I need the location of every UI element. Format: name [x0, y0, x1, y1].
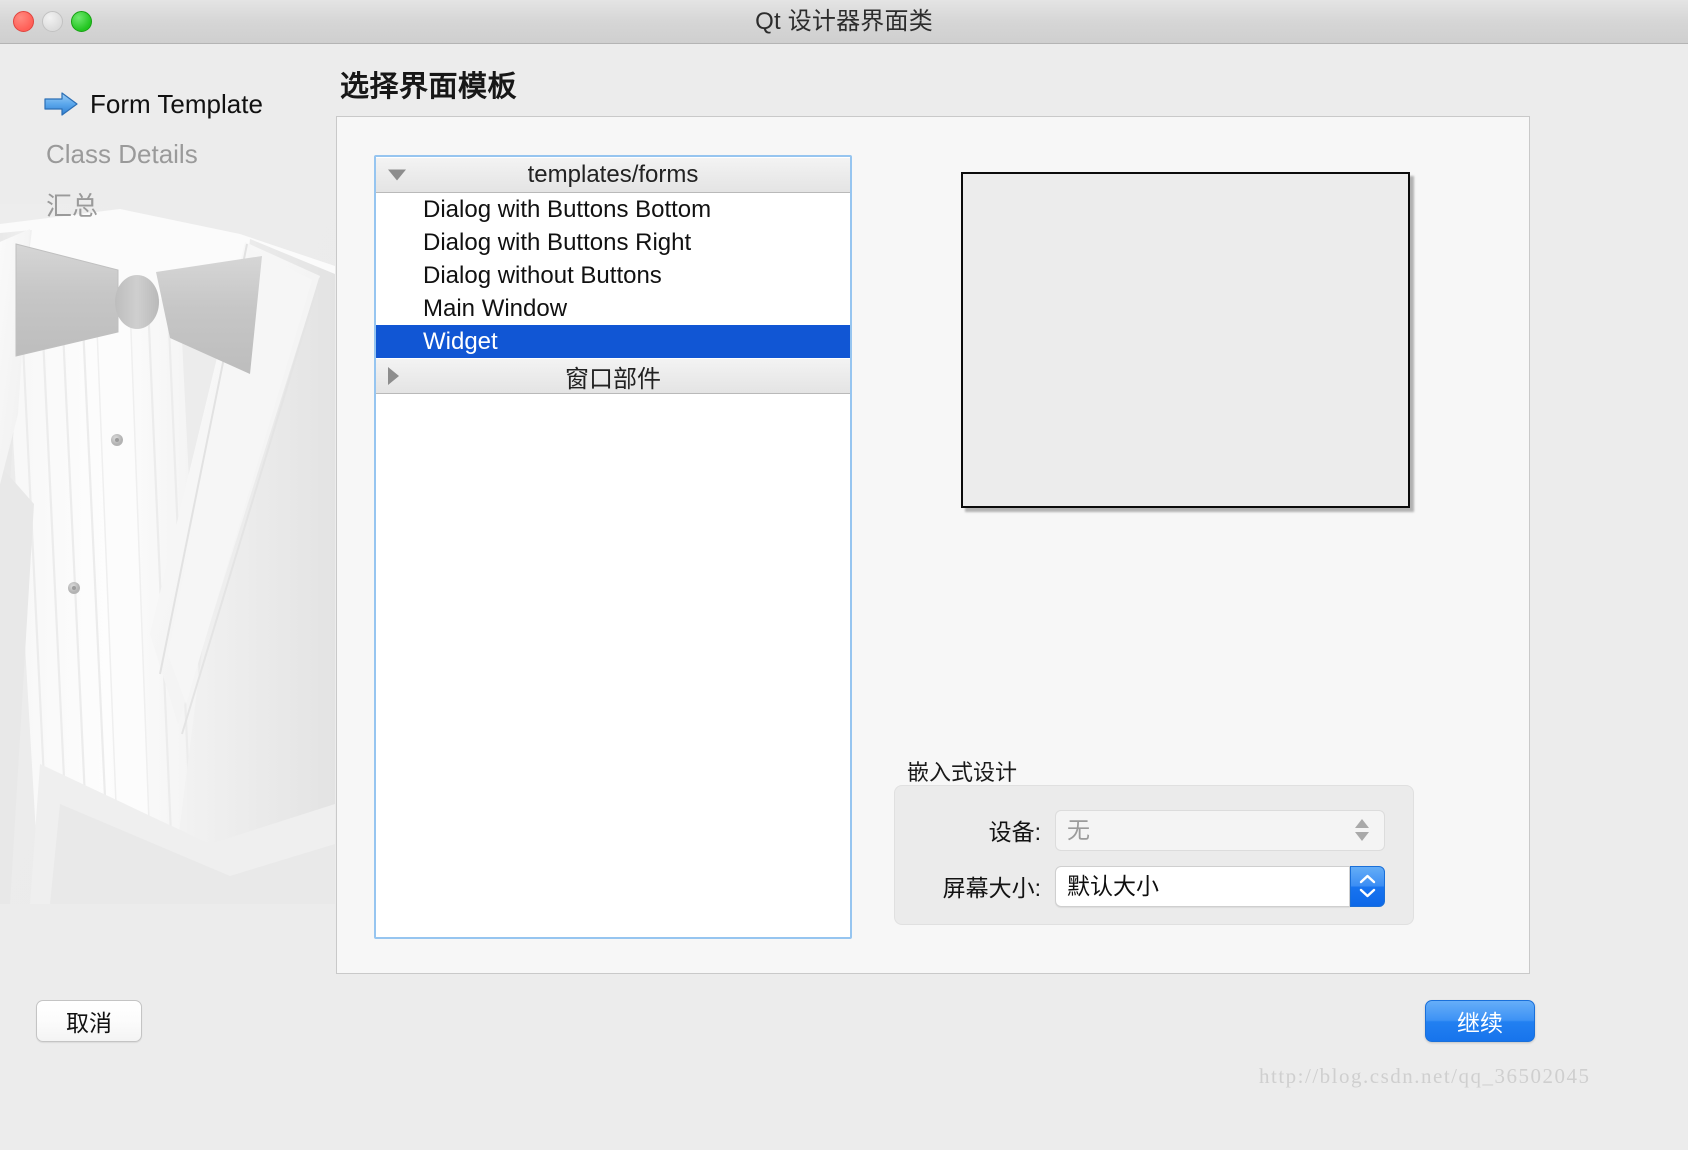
tree-item-label: Widget	[423, 327, 498, 355]
list-item[interactable]: Main Window	[376, 292, 850, 325]
screen-size-combobox-value: 默认大小	[1067, 872, 1159, 899]
sidebar-item-label: 汇总	[46, 190, 99, 221]
tree-item-label: Dialog with Buttons Right	[423, 228, 692, 256]
list-item[interactable]: Dialog without Buttons	[376, 259, 850, 292]
chevron-down-icon[interactable]	[1359, 888, 1376, 898]
embedded-design-group: 设备: 无 屏幕大小: 默认大小	[894, 785, 1414, 925]
preview-area	[961, 172, 1413, 512]
triangle-right-icon[interactable]	[388, 367, 399, 385]
list-item-selected[interactable]: Widget	[376, 325, 850, 358]
watermark-url: http://blog.csdn.net/qq_36502045	[1259, 1064, 1591, 1088]
tree-item-label: Dialog without Buttons	[423, 261, 662, 289]
sidebar-item-label: Class Details	[46, 138, 198, 169]
sidebar-item-label: Form Template	[90, 88, 263, 119]
tree-item-label: Main Window	[423, 294, 568, 322]
template-tree[interactable]: templates/forms Dialog with Buttons Bott…	[374, 155, 852, 939]
tree-item-label: Dialog with Buttons Bottom	[423, 195, 712, 223]
tree-group-header-widgets[interactable]: 窗口部件	[376, 358, 850, 394]
sidebar-item-form-template[interactable]: Form Template	[0, 79, 335, 129]
tree-group-header-templates-forms[interactable]: templates/forms	[376, 157, 850, 193]
list-item[interactable]: Dialog with Buttons Bottom	[376, 193, 850, 226]
step-list: Form Template Class Details 汇总	[0, 79, 335, 229]
tuxedo-watermark-image	[0, 204, 335, 904]
sidebar-item-class-details[interactable]: Class Details	[0, 129, 335, 179]
device-label: 设备:	[988, 819, 1041, 845]
window-titlebar: Qt 设计器界面类	[0, 0, 1688, 44]
device-combobox-face	[1055, 809, 1385, 851]
cancel-button[interactable]: 取消	[36, 1000, 142, 1042]
list-item[interactable]: Dialog with Buttons Right	[376, 226, 850, 259]
tree-group-label: templates/forms	[527, 161, 699, 188]
window-title: Qt 设计器界面类	[755, 8, 933, 35]
sidebar-item-summary[interactable]: 汇总	[0, 179, 335, 229]
tree-group-label: 窗口部件	[565, 365, 661, 393]
template-tree-inner: templates/forms Dialog with Buttons Bott…	[376, 157, 850, 937]
device-combobox-value: 无	[1067, 816, 1090, 843]
sidebar: Form Template Class Details 汇总	[0, 44, 335, 1150]
content-panel: templates/forms Dialog with Buttons Bott…	[336, 116, 1530, 974]
blue-arrow-icon	[44, 92, 78, 116]
continue-button[interactable]: 继续	[1425, 1000, 1535, 1042]
screen-size-row: 屏幕大小: 默认大小	[895, 864, 1415, 908]
stepper-arrows-icon	[1355, 819, 1369, 841]
screen-size-combobox[interactable]: 默认大小	[1055, 865, 1385, 907]
triangle-down-icon[interactable]	[388, 169, 406, 181]
form-preview	[961, 172, 1410, 508]
screen-size-label: 屏幕大小:	[942, 875, 1041, 901]
embedded-design-label: 嵌入式设计	[907, 760, 1018, 785]
screen-size-stepper[interactable]	[1350, 865, 1385, 907]
chevron-up-icon[interactable]	[1359, 874, 1376, 884]
device-combobox[interactable]: 无	[1055, 809, 1385, 851]
device-row: 设备: 无	[895, 808, 1415, 852]
page-title: 选择界面模板	[340, 71, 518, 103]
